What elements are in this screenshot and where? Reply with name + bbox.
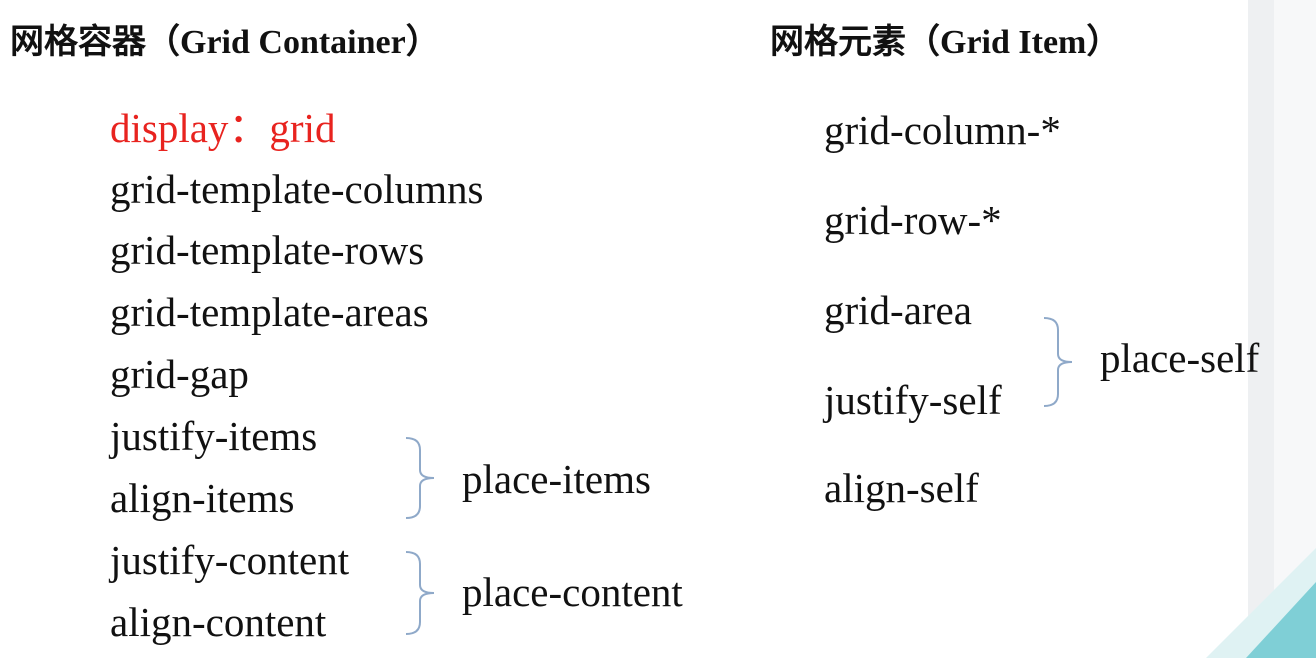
- place-content-brace: [405, 551, 435, 635]
- align-items-property: align-items: [110, 475, 295, 521]
- justify-items-property: justify-items: [110, 413, 318, 459]
- place-items-label: place-items: [462, 456, 651, 502]
- grid-column-property: grid-column-*: [824, 107, 1061, 153]
- grid-row-property: grid-row-*: [824, 197, 1002, 243]
- justify-content-property: justify-content: [110, 537, 350, 583]
- grid-template-rows-property: grid-template-rows: [110, 227, 425, 273]
- place-self-brace: [1043, 317, 1073, 407]
- grid-area-property: grid-area: [824, 287, 972, 333]
- slide: 网格容器（Grid Container） display：grid grid-t…: [0, 0, 1316, 658]
- decorative-corner: [1246, 582, 1316, 658]
- display-grid-property: display：grid: [110, 105, 336, 151]
- justify-self-property: justify-self: [824, 377, 1002, 423]
- grid-template-areas-property: grid-template-areas: [110, 289, 429, 335]
- place-content-label: place-content: [462, 569, 683, 615]
- align-content-property: align-content: [110, 599, 327, 645]
- grid-template-columns-property: grid-template-columns: [110, 166, 484, 212]
- place-self-label: place-self: [1100, 335, 1260, 381]
- place-items-brace: [405, 437, 435, 519]
- grid-gap-property: grid-gap: [110, 351, 249, 397]
- grid-container-heading: 网格容器（Grid Container）: [10, 24, 440, 61]
- align-self-property: align-self: [824, 465, 979, 511]
- grid-item-heading: 网格元素（Grid Item）: [770, 24, 1121, 61]
